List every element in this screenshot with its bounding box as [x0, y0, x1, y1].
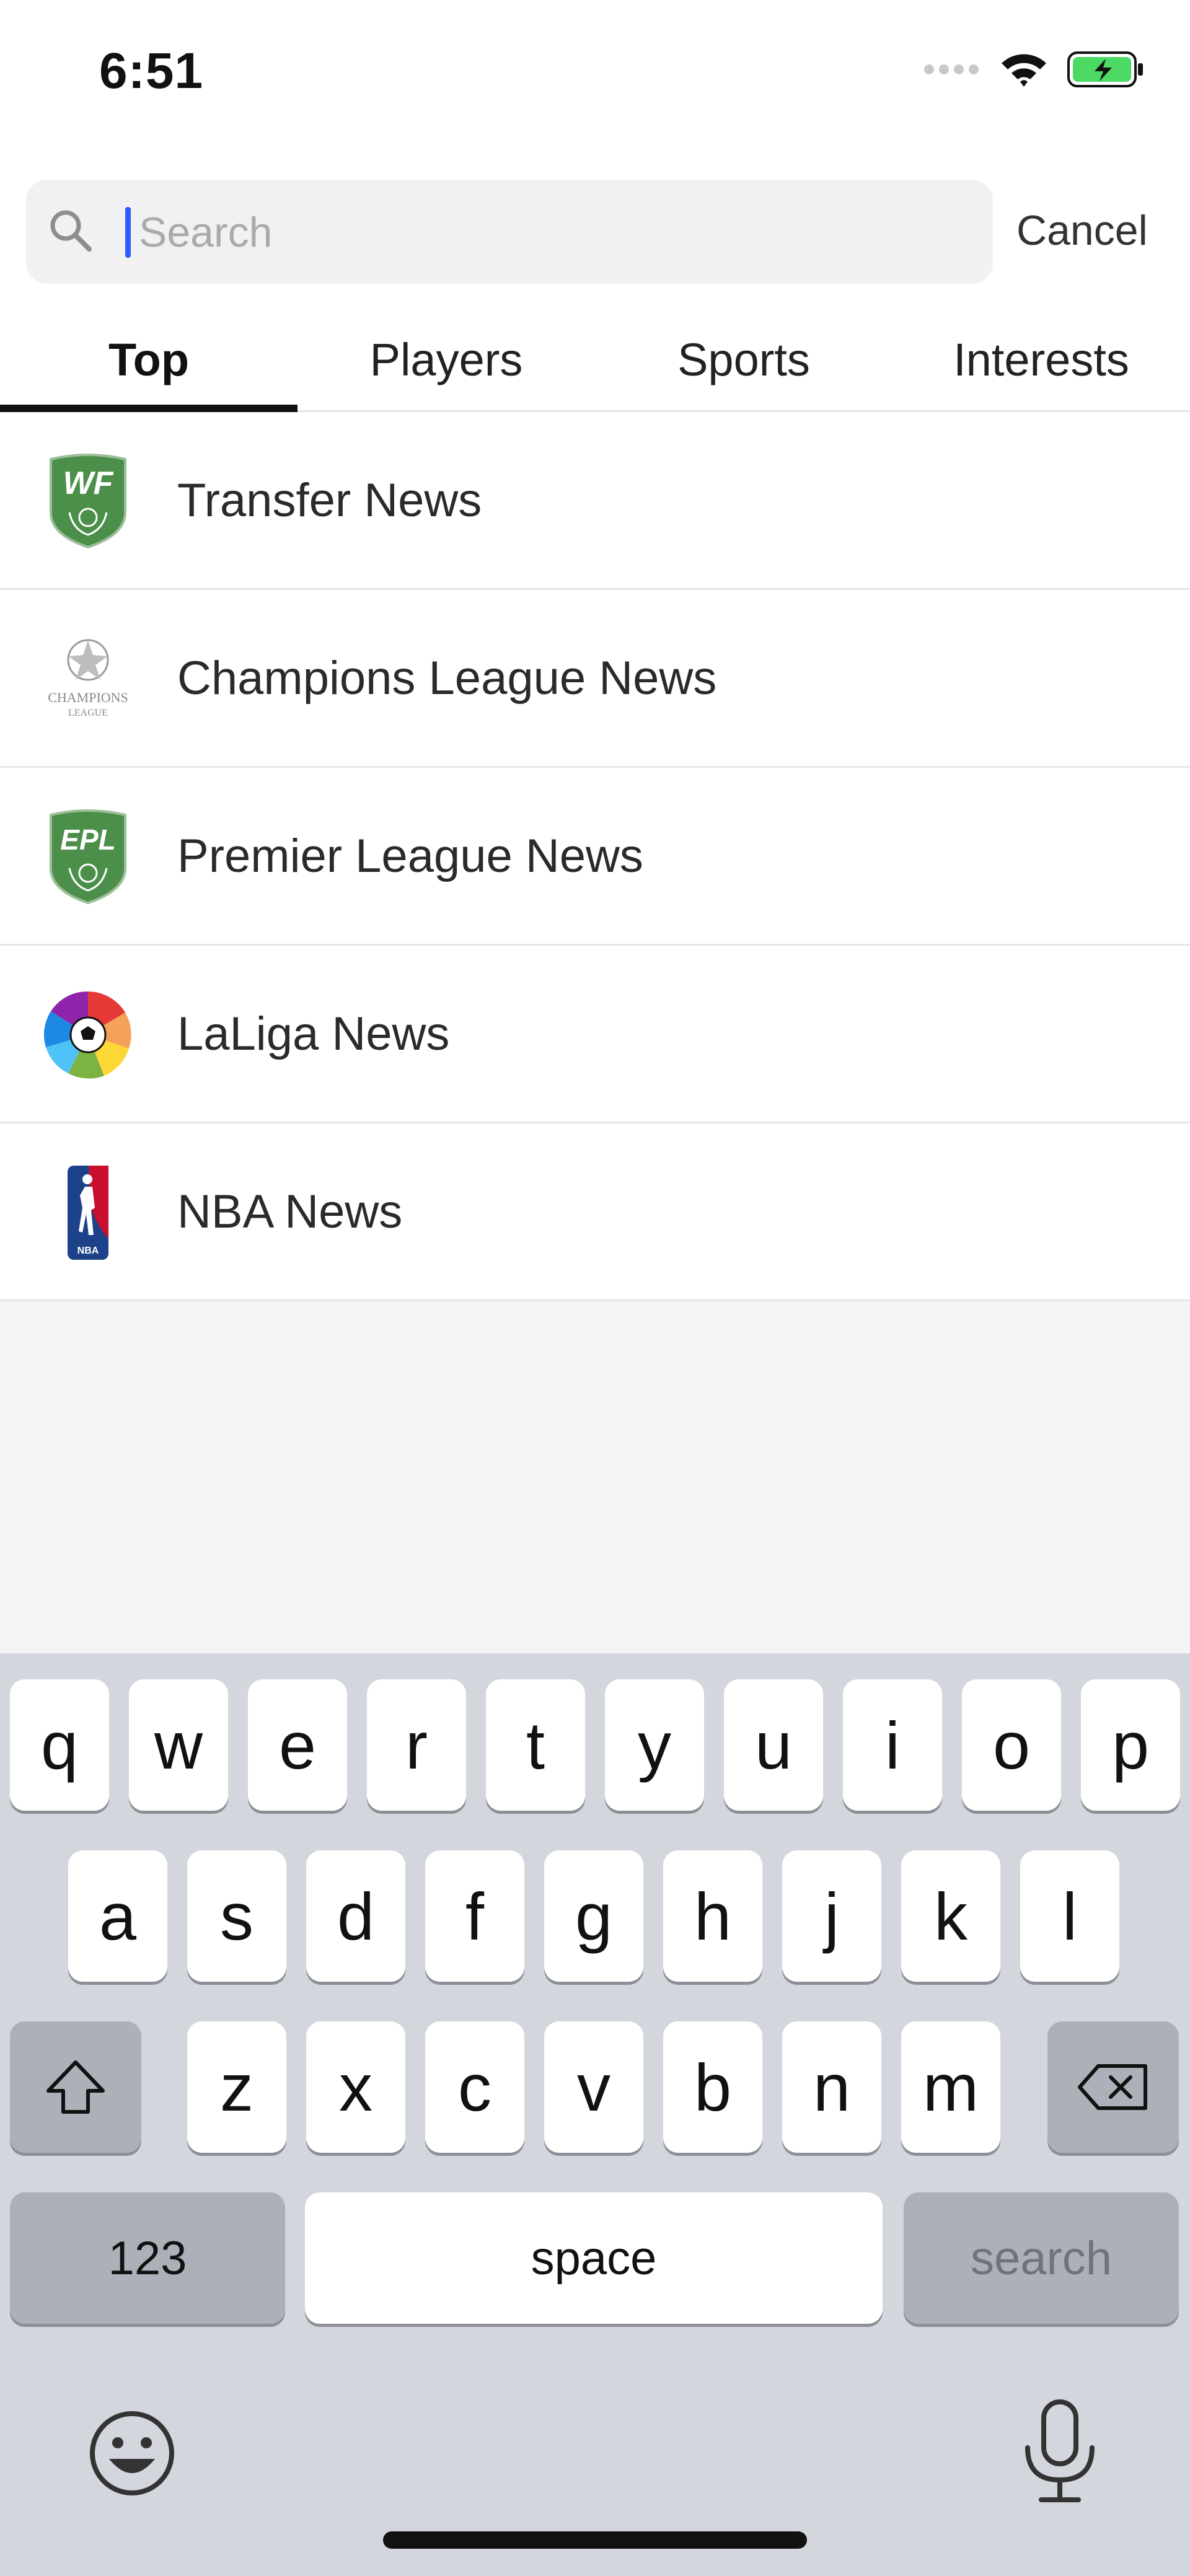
list-item-label: NBA News [177, 1185, 403, 1238]
key-d[interactable]: d [306, 1850, 405, 1982]
cancel-button[interactable]: Cancel [1016, 200, 1148, 262]
svg-text:LEAGUE: LEAGUE [68, 708, 108, 718]
list-item-laliga-news[interactable]: LaLiga News [0, 946, 1190, 1123]
key-w[interactable]: w [129, 1679, 228, 1811]
list-item-label: LaLiga News [177, 1007, 450, 1060]
search-input[interactable] [138, 198, 971, 266]
key-x[interactable]: x [306, 2021, 405, 2153]
laliga-icon [38, 985, 138, 1084]
key-s[interactable]: s [187, 1850, 286, 1982]
svg-text:CHAMPIONS: CHAMPIONS [48, 690, 128, 705]
key-o[interactable]: o [962, 1679, 1061, 1811]
list-item-premier-league-news[interactable]: EPL Premier League News [0, 768, 1190, 946]
list-item-label: Transfer News [177, 473, 482, 527]
status-time: 6:51 [99, 43, 204, 99]
svg-text:NBA: NBA [77, 1246, 99, 1256]
epl-badge-icon: EPL [38, 807, 138, 907]
key-g[interactable]: g [544, 1850, 643, 1982]
key-y[interactable]: y [605, 1679, 704, 1811]
onscreen-keyboard: q w e r t y u i o p a s d f g h j k l z … [0, 1653, 1190, 2576]
text-cursor [125, 207, 131, 258]
key-c[interactable]: c [425, 2021, 524, 2153]
backspace-icon [1078, 2064, 1147, 2110]
list-item-champions-league-news[interactable]: CHAMPIONS LEAGUE Champions League News [0, 590, 1190, 768]
key-h[interactable]: h [663, 1850, 762, 1982]
search-icon [50, 210, 92, 252]
nba-icon: NBA [38, 1163, 138, 1262]
search-bar[interactable] [26, 180, 993, 284]
emoji-icon [90, 2411, 174, 2495]
key-e[interactable]: e [248, 1679, 347, 1811]
key-k[interactable]: k [901, 1850, 1000, 1982]
wifi-icon [1002, 54, 1046, 87]
cellular-signal-icon [924, 64, 979, 74]
key-r[interactable]: r [367, 1679, 466, 1811]
shift-key[interactable] [10, 2021, 141, 2153]
key-u[interactable]: u [724, 1679, 823, 1811]
tab-interests[interactable]: Interests [892, 310, 1190, 409]
list-item-nba-news[interactable]: NBA NBA News [0, 1123, 1190, 1301]
search-key[interactable]: search [904, 2192, 1179, 2324]
wf-badge-icon: WF [38, 452, 138, 551]
key-z[interactable]: z [187, 2021, 286, 2153]
backspace-key[interactable] [1047, 2021, 1179, 2153]
status-icons [923, 51, 1144, 88]
key-j[interactable]: j [782, 1850, 881, 1982]
svg-text:WF: WF [63, 465, 114, 501]
shift-icon [46, 2060, 105, 2114]
champions-league-icon: CHAMPIONS LEAGUE [38, 630, 138, 729]
active-tab-indicator [0, 405, 298, 412]
home-indicator[interactable] [383, 2531, 807, 2549]
key-a[interactable]: a [68, 1850, 167, 1982]
tab-players[interactable]: Players [298, 310, 595, 409]
svg-text:EPL: EPL [60, 824, 115, 856]
list-item-label: Premier League News [177, 829, 643, 882]
list-item-transfer-news[interactable]: WF Transfer News [0, 412, 1190, 590]
key-q[interactable]: q [10, 1679, 109, 1811]
list-item-label: Champions League News [177, 651, 717, 705]
key-m[interactable]: m [901, 2021, 1000, 2153]
tab-sports[interactable]: Sports [595, 310, 892, 409]
numbers-key[interactable]: 123 [10, 2192, 285, 2324]
key-n[interactable]: n [782, 2021, 881, 2153]
key-f[interactable]: f [425, 1850, 524, 1982]
microphone-icon [1025, 2399, 1095, 2502]
key-l[interactable]: l [1020, 1850, 1119, 1982]
tab-top[interactable]: Top [0, 310, 298, 409]
space-key[interactable]: space [305, 2192, 883, 2324]
key-p[interactable]: p [1081, 1679, 1180, 1811]
key-b[interactable]: b [663, 2021, 762, 2153]
key-v[interactable]: v [544, 2021, 643, 2153]
key-i[interactable]: i [843, 1679, 942, 1811]
tab-bar: Top Players Sports Interests [0, 310, 1190, 412]
emoji-button[interactable] [86, 2407, 178, 2500]
results-list: WF Transfer News CHAMPIONS LEAGUE Champi… [0, 412, 1190, 1301]
dictation-button[interactable] [1016, 2398, 1103, 2503]
key-t[interactable]: t [486, 1679, 585, 1811]
battery-icon [1067, 51, 1143, 87]
